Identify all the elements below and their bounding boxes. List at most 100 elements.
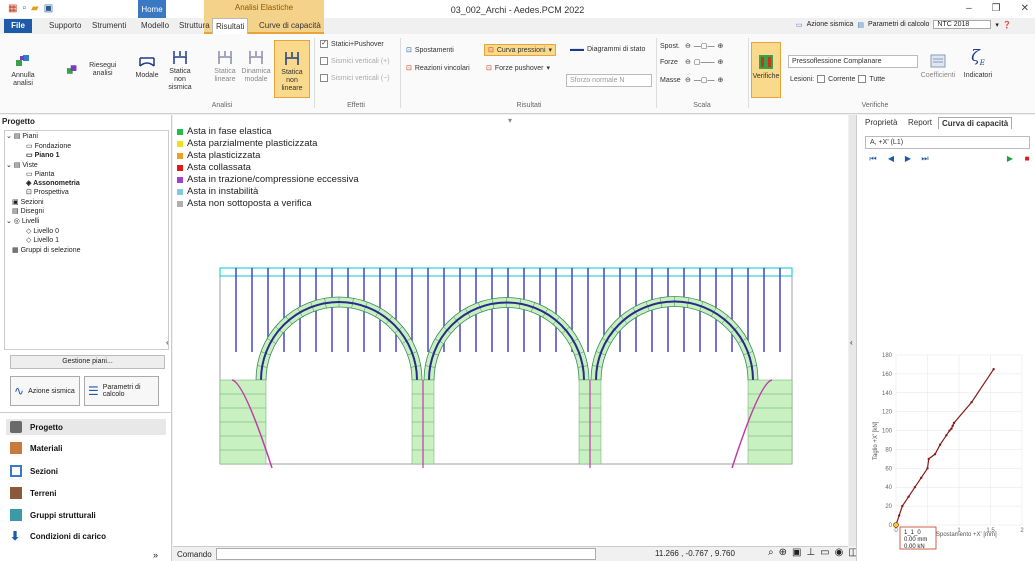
zoom-out-icon[interactable]: ⊖ [685,58,691,66]
verifiche-button[interactable]: Verifiche [751,42,781,98]
next-icon[interactable]: ▶ [903,154,913,164]
forze-pushover-button[interactable]: ⊡ Forze pushover ▾ [486,64,550,73]
verification-type-dropdown[interactable]: Pressoflessione Complanare [788,55,918,68]
tree-item-fondazione[interactable]: ▭ Fondazione [26,142,71,150]
tab-curva-capacita-panel[interactable]: Curva di capacità [938,117,1013,129]
statica-lineare-button[interactable]: Statica lineare [212,48,238,84]
tab-report[interactable]: Report [905,117,935,128]
y-tick-label: 100 [882,429,893,435]
tree-item-livelli[interactable]: ⌄ ◎ Livelli [6,217,39,225]
axes-icon[interactable]: ⊥ [806,547,815,558]
zoom-window-icon[interactable]: ⊕ [779,547,787,558]
camera-icon[interactable]: ◉ [835,547,844,558]
pressure-line [428,301,585,381]
panel-splitter[interactable] [849,115,856,546]
nav-gruppi-strutturali[interactable]: Gruppi strutturali [10,509,96,521]
zoom-in-icon[interactable]: ⊕ [718,58,724,66]
first-icon[interactable]: ⏮ [868,154,878,164]
file-menu-button[interactable]: File [4,19,32,33]
slider[interactable]: —▢— [694,42,715,50]
tab-risultati[interactable]: Risultati [212,18,249,34]
chk-sismici-vert-pos[interactable]: Sismici verticali (+) [320,57,390,65]
zoom-in-icon[interactable]: ⊕ [718,76,724,84]
statica-non-lineare-button[interactable]: Statica non lineare [274,40,310,98]
modale-button[interactable]: Modale [132,52,162,80]
expand-icon[interactable]: » [153,550,158,560]
nav-terreni[interactable]: Terreni [10,487,57,499]
checkbox-icon[interactable] [858,75,867,83]
sforzo-dropdown[interactable]: Sforzo normale N [566,74,652,87]
chevron-down-icon[interactable]: ▾ [995,21,999,29]
tree-item-livello-0[interactable]: ◇ Livello 0 [26,227,59,235]
tab-strumenti[interactable]: Strumenti [89,20,129,31]
curva-pressioni-button[interactable]: ⊡ Curva pressioni ▾ [484,44,557,56]
stop-icon[interactable]: ■ [1022,154,1032,164]
chevron-left-icon[interactable]: ‹ [166,338,169,347]
indicatori-button[interactable]: ζE Indicatori [962,48,994,80]
tab-curve-capacita[interactable]: Curve di capacità [256,20,324,31]
tab-modello[interactable]: Modello [138,20,172,31]
annulla-analisi-button[interactable]: Annulla analisi [4,52,42,88]
ribbon-separator [748,38,749,108]
zoom-out-icon[interactable]: ⊖ [685,42,691,50]
scala-forze[interactable]: Forze ⊖ ▢—— ⊕ [660,58,724,67]
tab-supporto[interactable]: Supporto [46,20,84,31]
chk-statici-pushover[interactable]: ✓ Statici+Pushover [320,40,384,48]
command-input[interactable] [216,548,596,560]
play-icon[interactable]: ▶ [1005,154,1015,164]
riesegui-analisi-button[interactable]: Riesegui analisi [66,62,126,78]
zoom-in-icon[interactable]: ⊕ [718,42,724,50]
chk-sismici-vert-neg[interactable]: Sismici verticali (−) [320,74,390,82]
last-icon[interactable]: ⏭ [920,154,930,164]
nav-condizioni-carico[interactable]: ⬇ Condizioni di carico [10,530,106,542]
slider[interactable]: ▢—— [694,58,715,66]
topright-tools: ▭ Azione sismica ▤ Parametri di calcolo … [796,20,1012,29]
arch-ring [423,297,590,381]
nav-sezioni[interactable]: Sezioni [10,465,58,477]
close-icon[interactable]: ✕ [1021,3,1029,14]
dinamica-modale-button[interactable]: Dinamica modale [241,48,271,84]
tree-item-disegni[interactable]: ▤ Disegni [12,207,44,215]
curve-point [950,427,953,430]
azione-sismica-button[interactable]: ∿ Azione sismica [10,376,80,406]
params-link[interactable]: Parametri di calcolo [868,21,929,28]
nav-progetto[interactable]: Progetto [6,419,166,435]
prev-icon[interactable]: ◀ [886,154,896,164]
minimize-icon[interactable]: – [966,3,972,14]
tree-item-piani[interactable]: ⌄ ▤ Piani [6,132,38,140]
ruler-icon[interactable]: ▭ [820,547,829,558]
scala-spost[interactable]: Spost. ⊖ —▢— ⊕ [660,42,724,51]
help-icon[interactable]: ❓ [1003,21,1012,29]
tree-item-viste[interactable]: ⌄ ▤ Viste [6,161,38,169]
zoom-out-icon[interactable]: ⊖ [685,76,691,84]
parametri-calcolo-button[interactable]: ☰ Parametri di calcolo [84,376,159,406]
zoom-icon[interactable]: ⌕ [768,547,774,558]
tree-item-piano-1[interactable]: ▭ Piano 1 [26,151,59,159]
tree-item-gruppi[interactable]: ▦ Gruppi di selezione [12,246,81,254]
tree-item-prospettiva[interactable]: ⊡ Prospettiva [26,188,69,196]
nav-materiali[interactable]: Materiali [10,442,62,454]
curve-select-dropdown[interactable]: A, +X' (L1) [865,136,1030,149]
fit-icon[interactable]: ▣ [792,547,801,558]
tree-item-sezioni[interactable]: ▣ Sezioni [12,198,44,206]
y-tick-label: 160 [882,372,893,378]
collapse-ribbon-icon[interactable]: ▾ [508,116,512,125]
tab-struttura[interactable]: Struttura [176,20,213,31]
slider[interactable]: —▢— [694,76,715,84]
tree-item-pianta[interactable]: ▭ Pianta [26,170,54,178]
seismic-link[interactable]: Azione sismica [807,21,854,28]
gestione-piani-button[interactable]: Gestione piani... [10,355,165,369]
maximize-icon[interactable]: ❐ [992,3,1001,14]
checkbox-icon[interactable] [817,75,826,83]
reazioni-vincolari-button[interactable]: ⊡ Reazioni vincolari [406,64,470,73]
diagrammi-stato-button[interactable]: ▬▬ Diagrammi di stato [570,46,645,53]
chevron-left-icon[interactable]: ‹ [850,338,853,347]
coefficienti-button[interactable]: Coefficienti [918,52,958,80]
tree-item-assonometria[interactable]: ◈ Assonometria [26,179,80,187]
tab-proprieta[interactable]: Proprietà [862,117,900,128]
norm-dropdown[interactable]: NTC 2018 [933,20,992,29]
statica-non-sismica-button[interactable]: Statica non sismica [165,48,195,92]
spostamenti-button[interactable]: ⊡ Spostamenti [406,46,454,55]
scala-masse[interactable]: Masse ⊖ —▢— ⊕ [660,76,724,85]
tree-item-livello-1[interactable]: ◇ Livello 1 [26,236,59,244]
